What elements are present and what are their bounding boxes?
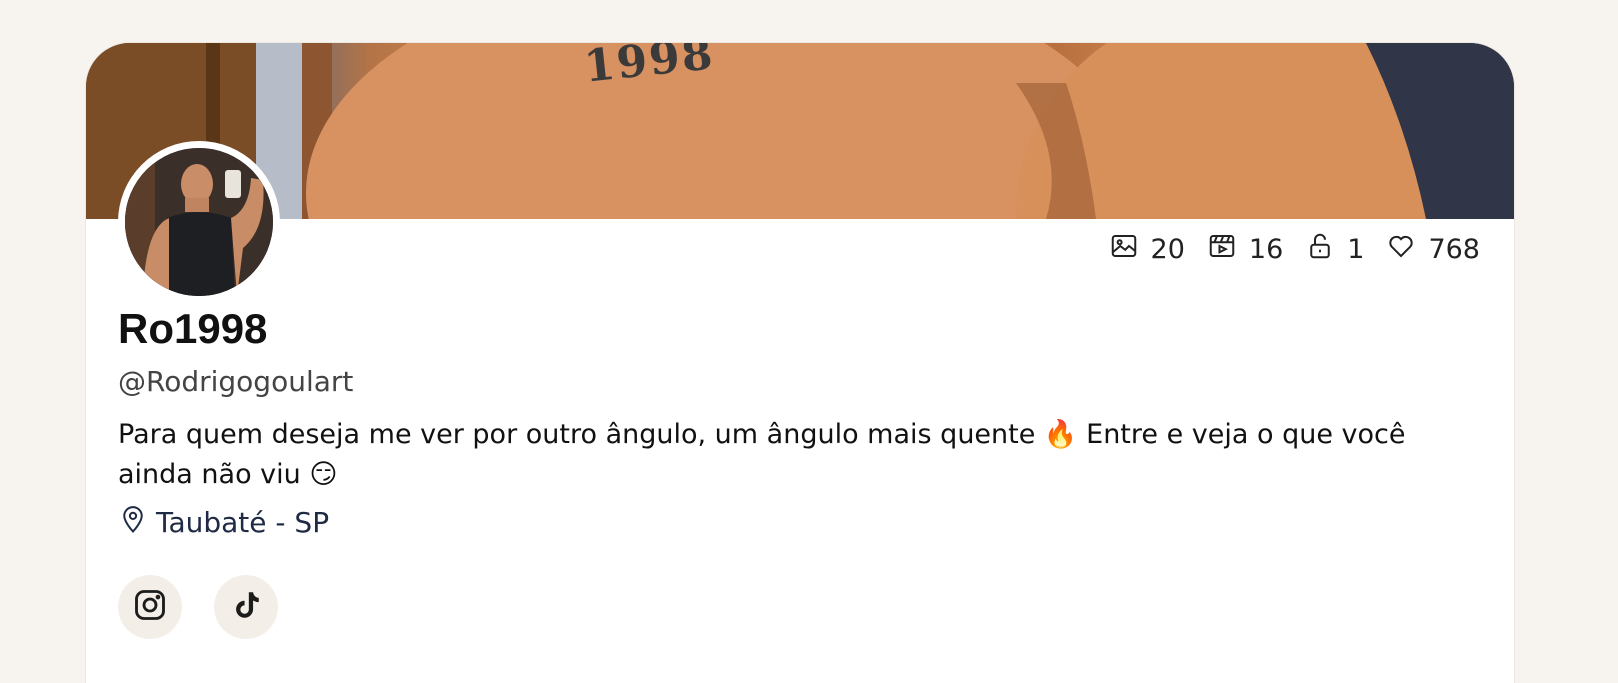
social-links [118,575,278,639]
heart-icon [1386,231,1416,268]
instagram-icon [132,587,168,627]
profile-stats: 20 16 1 768 [1109,231,1480,268]
avatar-photo [125,148,273,296]
display-name: Ro1998 [118,305,268,352]
likes-stat[interactable]: 768 [1386,231,1480,268]
map-pin-icon [118,503,148,542]
location: Taubaté - SP [118,503,329,542]
likes-count: 768 [1428,234,1480,265]
avatar[interactable] [118,141,280,303]
image-icon [1109,231,1139,268]
photos-count: 20 [1150,234,1185,265]
videos-count: 16 [1248,234,1284,265]
profile-bio: Para quem deseja me ver por outro ângulo… [118,419,1406,490]
username-handle: @Rodrigogoulart [118,365,354,398]
location-text: Taubaté - SP [156,506,330,539]
instagram-button[interactable] [118,575,182,639]
videos-stat[interactable]: 16 [1207,231,1283,268]
profile-card: 1998 20 16 1 768 Ro1998 @Rodrigogoulart … [86,43,1514,683]
locked-stat[interactable]: 1 [1305,231,1364,268]
video-clapper-icon [1207,231,1237,268]
tiktok-icon [229,588,263,626]
cover-image[interactable]: 1998 [86,43,1514,219]
lock-icon [1305,231,1335,268]
photos-stat[interactable]: 20 [1109,231,1185,268]
tiktok-button[interactable] [214,575,278,639]
locked-count: 1 [1347,234,1365,265]
